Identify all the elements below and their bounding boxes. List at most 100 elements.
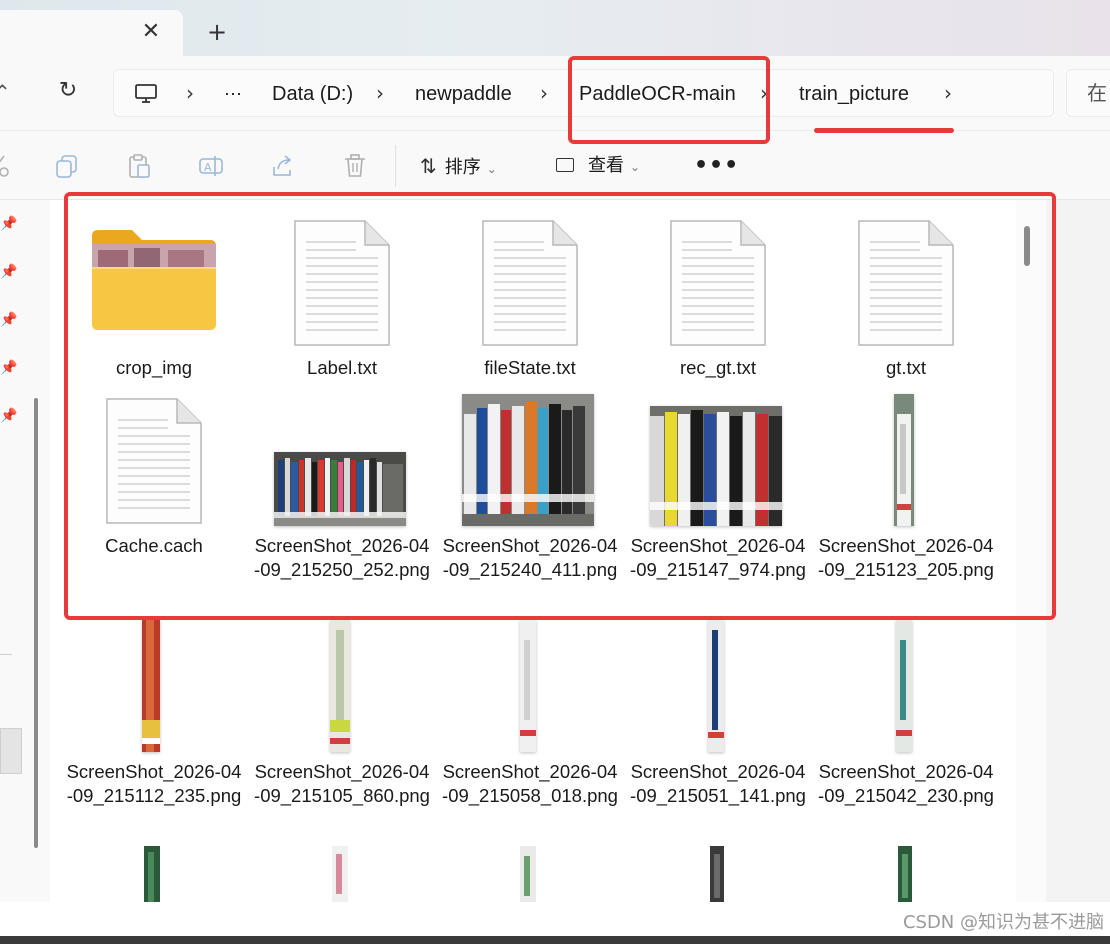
text-file-icon	[294, 220, 390, 346]
image-thumbnail	[330, 620, 350, 752]
file-name: ScreenShot_2026-04-09_215112_235.png	[66, 761, 242, 806]
breadcrumb-item-data-d[interactable]: Data (D:)	[272, 70, 353, 118]
paste-icon[interactable]	[126, 153, 152, 179]
breadcrumb-item-newpaddle[interactable]: newpaddle	[415, 70, 512, 118]
address-bar[interactable]: › ⋯ Data (D:) › newpaddle › PaddleOCR-ma…	[113, 69, 1054, 117]
text-file-icon	[106, 398, 202, 524]
image-file-item[interactable]: ScreenShot_2026-04-09_215051_141.png	[630, 618, 806, 828]
file-name: ScreenShot_2026-04-09_215051_141.png	[630, 761, 806, 806]
breadcrumb-separator-icon[interactable]: ›	[186, 70, 194, 118]
image-thumbnail	[896, 620, 912, 752]
image-thumbnail	[462, 394, 594, 526]
image-thumbnail	[274, 452, 406, 526]
file-name: ScreenShot_2026-04-09_215123_205.png	[818, 535, 994, 580]
more-options-icon[interactable]: •••	[694, 149, 739, 183]
image-file-item[interactable]: ScreenShot_2026-04-09_215123_205.png	[818, 392, 994, 602]
nav-item[interactable]	[0, 728, 22, 774]
image-thumbnail[interactable]	[144, 846, 160, 902]
rename-icon[interactable]: A	[198, 153, 224, 179]
view-label: 查看	[588, 155, 624, 176]
watermark: CSDN @知识为甚不进脑	[902, 912, 1104, 933]
this-pc-icon[interactable]	[134, 83, 158, 105]
file-item[interactable]: fileState.txt	[450, 214, 610, 384]
image-thumbnail[interactable]	[898, 846, 912, 902]
pin-icon[interactable]: 📌	[0, 312, 18, 330]
highlight-underline-train-picture	[814, 128, 954, 133]
file-name: Label.txt	[307, 357, 377, 378]
breadcrumb-item-paddleocr-main[interactable]: PaddleOCR-main	[579, 70, 736, 118]
folder-icon	[92, 230, 216, 330]
image-file-item[interactable]: ScreenShot_2026-04-09_215240_411.png	[443, 392, 617, 602]
text-file-icon	[858, 220, 954, 346]
delete-icon[interactable]	[342, 153, 368, 179]
file-name: ScreenShot_2026-04-09_215147_974.png	[630, 535, 806, 580]
image-thumbnail	[520, 620, 536, 752]
file-name: rec_gt.txt	[679, 357, 757, 378]
image-thumbnail	[894, 394, 914, 526]
image-thumbnail	[650, 406, 782, 526]
file-name: gt.txt	[885, 357, 927, 378]
view-button[interactable]: 查看 ⌄	[556, 149, 640, 183]
image-file-item[interactable]: ScreenShot_2026-04-09_215042_230.png	[818, 618, 994, 828]
breadcrumb-separator-icon[interactable]: ›	[760, 70, 768, 118]
breadcrumb-more-icon[interactable]: ⋯	[224, 70, 242, 118]
navigation-bar: ⌃ ↻ › ⋯ Data (D:) › newpaddle › PaddleOC…	[0, 56, 1110, 130]
file-name: ScreenShot_2026-04-09_215240_411.png	[442, 535, 618, 580]
pin-icon[interactable]: 📌	[0, 408, 18, 426]
sort-icon: ⇅	[420, 154, 437, 178]
text-file-icon	[670, 220, 766, 346]
search-input[interactable]: 在	[1066, 69, 1110, 117]
svg-text:A: A	[204, 161, 212, 174]
file-name: ScreenShot_2026-04-09_215058_018.png	[442, 761, 618, 806]
copy-icon[interactable]	[54, 153, 80, 179]
image-thumbnail[interactable]	[332, 846, 348, 902]
close-tab-icon[interactable]: ✕	[136, 18, 166, 48]
image-file-item[interactable]: ScreenShot_2026-04-09_215112_235.png	[67, 618, 241, 828]
breadcrumb-expand-icon[interactable]: ›	[944, 70, 952, 118]
nav-divider	[0, 654, 12, 655]
file-name: ScreenShot_2026-04-09_215042_230.png	[818, 761, 994, 806]
file-name: crop_img	[115, 357, 193, 378]
file-item[interactable]: Cache.cach	[74, 392, 234, 602]
breadcrumb-separator-icon[interactable]: ›	[376, 70, 384, 118]
image-file-item[interactable]: ScreenShot_2026-04-09_215147_974.png	[630, 392, 806, 602]
chevron-down-icon: ⌄	[486, 162, 497, 176]
vertical-scrollbar[interactable]	[1024, 226, 1030, 266]
chevron-down-icon: ⌄	[630, 160, 641, 174]
new-tab-icon[interactable]: +	[202, 18, 232, 48]
file-name: fileState.txt	[484, 357, 576, 378]
image-file-item[interactable]: ScreenShot_2026-04-09_215058_018.png	[442, 618, 618, 828]
file-item[interactable]: rec_gt.txt	[638, 214, 798, 384]
share-icon[interactable]	[270, 153, 296, 179]
up-arrow-icon[interactable]: ⌃	[0, 80, 11, 104]
file-item[interactable]: gt.txt	[826, 214, 986, 384]
pin-icon[interactable]: 📌	[0, 216, 18, 234]
refresh-icon[interactable]: ↻	[54, 78, 82, 106]
nav-scrollbar[interactable]	[34, 398, 38, 848]
image-file-item[interactable]: ScreenShot_2026-04-09_215250_252.png	[254, 392, 430, 602]
file-name: ScreenShot_2026-04-09_215250_252.png	[254, 535, 430, 580]
command-bar: A ⇅ 排序 ⌄ 查看 ⌄ •••	[0, 130, 1110, 200]
pin-icon[interactable]: 📌	[0, 264, 18, 282]
image-thumbnail	[708, 620, 724, 752]
image-thumbnail[interactable]	[520, 846, 536, 902]
sort-button[interactable]: ⇅ 排序 ⌄	[420, 149, 497, 183]
view-icon	[556, 158, 574, 172]
pin-icon[interactable]: 📌	[0, 360, 18, 378]
image-thumbnail	[142, 620, 160, 752]
image-file-item[interactable]: ScreenShot_2026-04-09_215105_860.png	[254, 618, 430, 828]
breadcrumb-separator-icon[interactable]: ›	[540, 70, 548, 118]
text-file-icon	[482, 220, 578, 346]
scroll-track	[1016, 200, 1046, 902]
sort-label: 排序	[444, 157, 481, 178]
taskbar-strip	[0, 936, 1110, 944]
folder-item[interactable]: crop_img	[74, 214, 234, 384]
breadcrumb-item-train-picture[interactable]: train_picture	[799, 70, 909, 118]
image-thumbnail[interactable]	[710, 846, 724, 902]
cut-icon[interactable]	[0, 153, 12, 179]
tab-strip: ✕ +	[0, 0, 1110, 56]
navigation-pane: 📌 📌 📌 📌 📌	[0, 200, 50, 902]
file-name: Cache.cach	[105, 535, 203, 556]
toolbar-divider	[395, 145, 396, 187]
file-item[interactable]: Label.txt	[262, 214, 422, 384]
